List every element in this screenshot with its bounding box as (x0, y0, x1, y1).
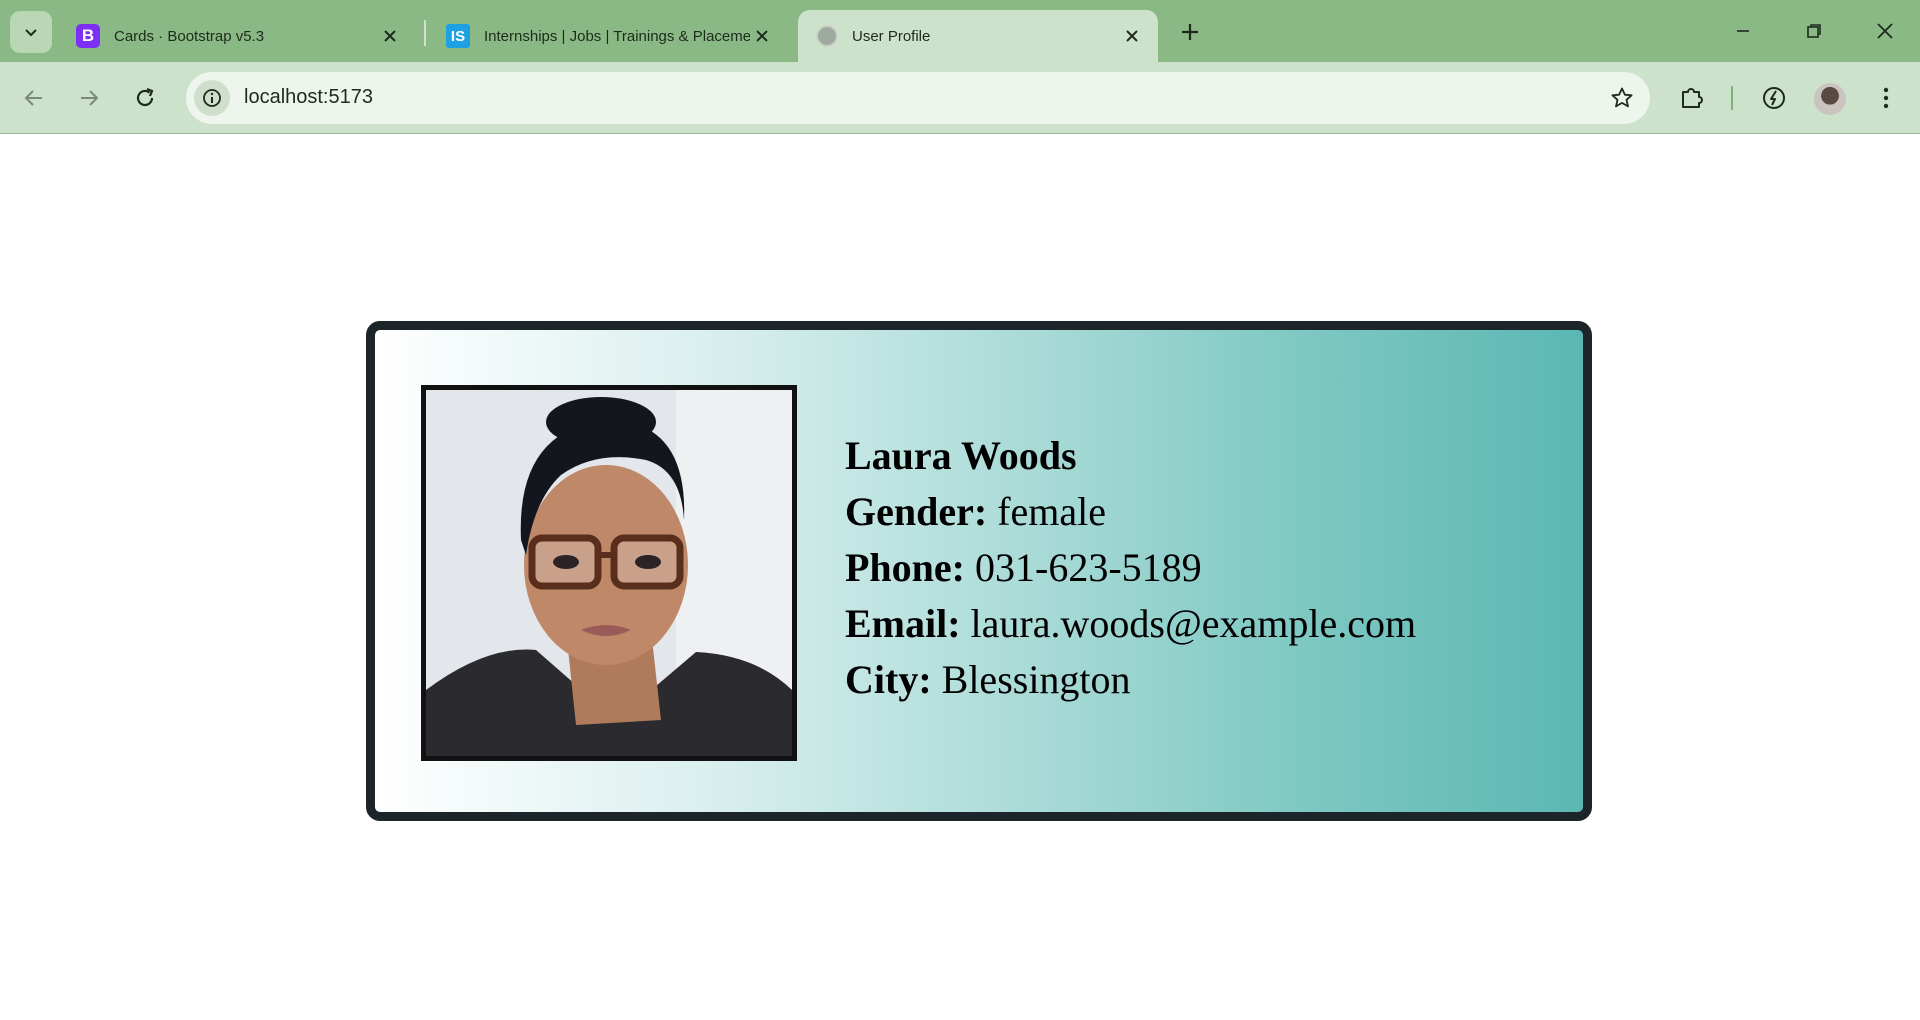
tab-search-button[interactable] (10, 11, 52, 53)
extensions-button[interactable] (1670, 76, 1714, 120)
restore-icon (1807, 24, 1821, 38)
more-vert-icon (1883, 87, 1889, 109)
close-tab-icon[interactable] (378, 24, 402, 48)
restore-button[interactable] (1791, 10, 1837, 52)
phone-label: Phone: (845, 545, 965, 590)
phone-value: 031-623-5189 (975, 545, 1202, 590)
plus-icon (1182, 24, 1198, 40)
reload-button[interactable] (123, 76, 167, 120)
profile-name: Laura Woods (845, 433, 1077, 478)
toolbar-separator (1731, 86, 1733, 110)
url-text[interactable]: localhost:5173 (244, 86, 373, 109)
city-label: City: (845, 657, 932, 702)
profile-photo (421, 385, 797, 761)
city-row: City: Blessington (845, 652, 1416, 708)
info-icon (203, 89, 221, 107)
reload-icon (136, 87, 154, 107)
minimize-icon (1737, 30, 1749, 32)
profile-card: Laura Woods Gender: female Phone: 031-62… (366, 321, 1592, 821)
new-tab-button[interactable] (1172, 14, 1208, 50)
gender-label: Gender: (845, 489, 988, 534)
page-content: Laura Woods Gender: female Phone: 031-62… (0, 135, 1920, 1020)
gender-row: Gender: female (845, 484, 1416, 540)
close-tab-icon[interactable] (1120, 24, 1144, 48)
profile-info: Laura Woods Gender: female Phone: 031-62… (845, 428, 1416, 708)
site-info-button[interactable] (194, 80, 230, 116)
close-tab-icon[interactable] (750, 24, 774, 48)
email-label: Email: (845, 601, 961, 646)
browser-toolbar: localhost:5173 (0, 62, 1920, 134)
email-row: Email: laura.woods@example.com (845, 596, 1416, 652)
close-icon (1877, 23, 1893, 39)
tab-internshala[interactable]: IS Internships | Jobs | Trainings & Plac… (428, 10, 788, 62)
forward-button[interactable] (67, 76, 111, 120)
user-portrait-icon (426, 390, 792, 756)
profile-avatar[interactable] (1814, 83, 1846, 115)
bookmark-button[interactable] (1608, 84, 1636, 112)
tab-title: User Profile (852, 27, 931, 45)
tab-title: Internships | Jobs | Trainings & Placeme… (484, 27, 750, 45)
email-value: laura.woods@example.com (970, 601, 1417, 646)
tab-strip: B Cards · Bootstrap v5.3 IS Internships … (0, 0, 1920, 62)
minimize-button[interactable] (1720, 10, 1766, 52)
city-value: Blessington (941, 657, 1131, 702)
back-button[interactable] (12, 76, 56, 120)
phone-row: Phone: 031-623-5189 (845, 540, 1416, 596)
menu-button[interactable] (1864, 76, 1908, 120)
speedometer-icon (1763, 87, 1785, 109)
performance-button[interactable] (1752, 76, 1796, 120)
star-icon (1611, 87, 1633, 108)
tab-bootstrap-cards[interactable]: B Cards · Bootstrap v5.3 (58, 10, 416, 62)
close-window-button[interactable] (1862, 10, 1908, 52)
tab-title: Cards · Bootstrap v5.3 (114, 27, 265, 45)
bootstrap-favicon-icon: B (76, 24, 100, 48)
gender-value: female (997, 489, 1106, 534)
address-bar[interactable]: localhost:5173 (186, 72, 1650, 124)
internshala-favicon-icon: IS (446, 24, 470, 48)
tab-separator (424, 20, 426, 46)
chevron-down-icon (25, 29, 37, 37)
tab-user-profile[interactable]: User Profile (798, 10, 1158, 62)
puzzle-icon (1682, 88, 1703, 108)
arrow-right-icon (81, 90, 99, 106)
arrow-left-icon (24, 90, 42, 106)
globe-icon (816, 25, 838, 47)
